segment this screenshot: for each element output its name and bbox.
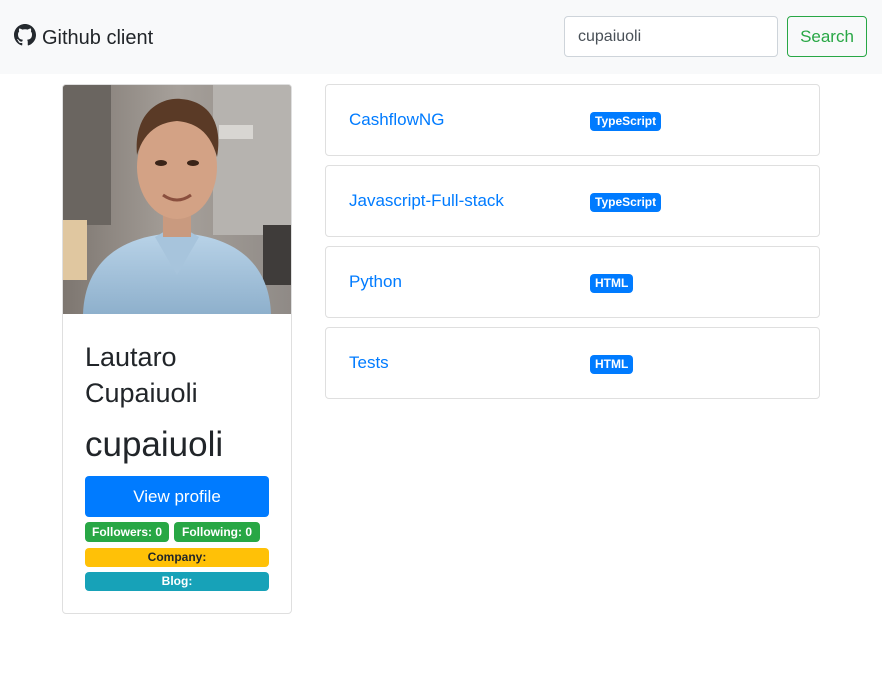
profile-name: Lautaro Cupaiuoli	[85, 342, 198, 408]
blog-badge: Blog:	[85, 572, 269, 591]
language-badge: HTML	[590, 355, 634, 374]
navbar-brand[interactable]: Github client	[14, 24, 153, 52]
repo-link[interactable]: CashflowNG	[349, 110, 444, 130]
following-badge: Following: 0	[174, 522, 260, 542]
language-badge: TypeScript	[590, 193, 662, 212]
repo-link[interactable]: Python	[349, 272, 402, 292]
followers-badge: Followers: 0	[85, 522, 169, 542]
language-badge: TypeScript	[590, 112, 662, 131]
repo-card: Tests HTML	[325, 327, 820, 399]
github-icon	[14, 24, 36, 52]
brand-label: Github client	[42, 26, 154, 49]
profile-card: Lautaro Cupaiuoli cupaiuoli View profile…	[62, 84, 292, 614]
repo-card: Python HTML	[325, 246, 820, 318]
repo-card: CashflowNG TypeScript	[325, 84, 820, 156]
search-input[interactable]	[564, 16, 778, 57]
company-badge: Company:	[85, 548, 269, 567]
repo-link[interactable]: Javascript-Full-stack	[349, 191, 504, 211]
avatar	[63, 85, 291, 314]
view-profile-button[interactable]: View profile	[85, 476, 269, 517]
repo-card: Javascript-Full-stack TypeScript	[325, 165, 820, 237]
navbar: Github client Search	[0, 0, 882, 74]
profile-login: cupaiuoli	[85, 425, 224, 464]
repo-link[interactable]: Tests	[349, 353, 389, 373]
search-button[interactable]: Search	[787, 16, 867, 57]
language-badge: HTML	[590, 274, 634, 293]
